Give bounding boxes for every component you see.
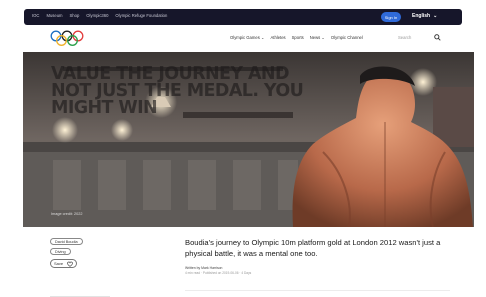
divider — [185, 290, 450, 291]
top-link-shop[interactable]: Shop — [70, 13, 80, 18]
save-button[interactable]: Save — [50, 259, 77, 268]
heart-icon — [67, 261, 73, 267]
nav-athletes[interactable]: Athletes — [270, 35, 285, 40]
search-placeholder: Search — [398, 35, 412, 40]
hero-image: Value the journey and not just the medal… — [23, 52, 474, 227]
signin-button[interactable]: Sign In — [381, 12, 401, 22]
top-bar: IOC Museum Shop Olympic360 Olympic Refug… — [24, 9, 462, 25]
nav-items: Olympic Games ⌄ Athletes Sports News ⌄ O… — [230, 35, 363, 40]
tag-sport[interactable]: Diving — [50, 248, 71, 255]
nav-news-label: News — [309, 35, 321, 40]
search-icon[interactable] — [434, 34, 441, 41]
nav-news[interactable]: News ⌄ — [310, 35, 325, 40]
article-byline: Written by Mark Harrison — [185, 266, 223, 270]
chevron-down-icon: ⌄ — [433, 13, 438, 19]
article-meta: 4 min read · Published on 2019-06-06 · 4… — [185, 271, 252, 275]
top-link-ioc[interactable]: IOC — [32, 13, 39, 18]
chevron-down-icon: ⌄ — [260, 35, 265, 40]
search-input[interactable]: Search — [396, 33, 444, 42]
page: IOC Museum Shop Olympic360 Olympic Refug… — [0, 0, 486, 297]
olympic-rings-logo[interactable] — [50, 30, 84, 46]
language-label: English — [412, 13, 431, 19]
top-link-museum[interactable]: Museum — [46, 13, 62, 18]
tag-athlete[interactable]: David Boudia — [50, 238, 83, 245]
image-credit: Image credit: 2022 — [51, 212, 83, 216]
nav-olympic-games[interactable]: Olympic Games ⌄ — [230, 35, 264, 40]
chevron-down-icon: ⌄ — [321, 35, 325, 40]
nav-olympic-games-label: Olympic Games — [230, 35, 260, 40]
hero-title: Value the journey and not just the medal… — [51, 64, 304, 118]
top-links: IOC Museum Shop Olympic360 Olympic Refug… — [32, 13, 167, 18]
top-link-refuge-foundation[interactable]: Olympic Refuge Foundation — [115, 13, 167, 18]
nav-olympic-channel[interactable]: Olympic Channel — [331, 35, 363, 40]
save-label: Save — [53, 261, 64, 266]
top-link-olympic360[interactable]: Olympic360 — [86, 13, 108, 18]
main-nav: Olympic Games ⌄ Athletes Sports News ⌄ O… — [24, 25, 462, 51]
article-headline: Boudia's journey to Olympic 10m platform… — [185, 238, 441, 258]
nav-sports[interactable]: Sports — [292, 35, 304, 40]
language-selector[interactable]: English ⌄ — [412, 13, 437, 19]
